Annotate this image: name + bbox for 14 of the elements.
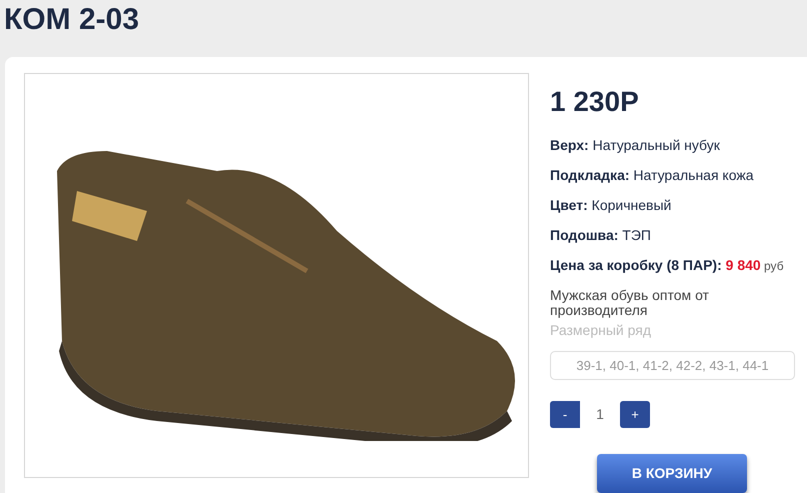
box-price: Цена за коробку (8 ПАР): 9 840 руб bbox=[550, 256, 785, 275]
spec-line: Подкладка: Натуральная кожа bbox=[550, 166, 754, 185]
description: Мужская обувь оптом от производителя bbox=[550, 288, 710, 318]
size-range-label: Размерный ряд bbox=[550, 321, 652, 340]
size-range-field[interactable]: 39-1, 40-1, 41-2, 42-2, 43-1, 44-1 bbox=[550, 351, 795, 380]
add-to-cart-button[interactable]: В КОРЗИНУ bbox=[597, 454, 747, 493]
page-title: КОМ 2-03 bbox=[4, 2, 140, 38]
spec-line: Цвет: Коричневый bbox=[550, 196, 672, 215]
decrease-button[interactable]: - bbox=[550, 400, 580, 428]
increase-button[interactable]: + bbox=[620, 400, 650, 428]
spec-line: Верх: Натуральный нубук bbox=[550, 136, 721, 155]
quantity-value: 1 bbox=[595, 404, 605, 424]
product-price: 1 230Р bbox=[550, 85, 640, 119]
spec-line: Подошва: ТЭП bbox=[550, 226, 652, 245]
